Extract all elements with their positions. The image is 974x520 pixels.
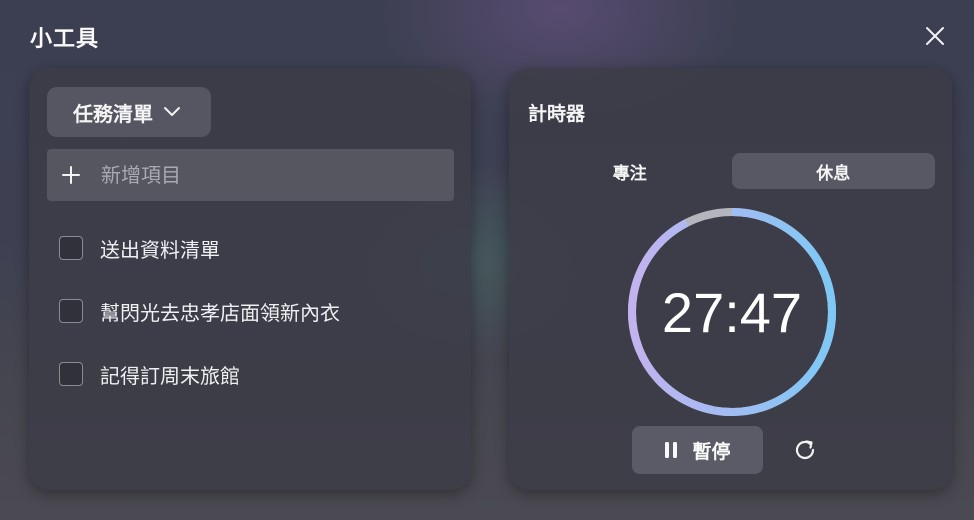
- timer-display: 27:47: [661, 280, 803, 344]
- task-label: 幫閃光去忠孝店面領新內衣: [100, 300, 340, 325]
- add-item-input[interactable]: [95, 149, 454, 201]
- add-item-row: [47, 149, 454, 201]
- task-label: 送出資料清單: [100, 237, 220, 262]
- timer-panel: 計時器 專注 休息 27:47 暫停: [509, 68, 952, 490]
- task-list-dropdown-label: 任務清單: [73, 101, 153, 126]
- task-checkbox[interactable]: [59, 362, 83, 386]
- close-button[interactable]: [918, 20, 952, 52]
- task-checkbox[interactable]: [59, 236, 83, 260]
- task-checkbox[interactable]: [59, 299, 83, 323]
- task-list-dropdown[interactable]: 任務清單: [47, 87, 211, 137]
- task-label: 記得訂周末旅館: [100, 363, 240, 388]
- tab-break[interactable]: 休息: [731, 153, 935, 189]
- task-item: 送出資料清單: [59, 233, 220, 263]
- chevron-down-icon: [163, 106, 181, 118]
- timer-ring: 27:47: [626, 206, 838, 418]
- reset-icon: [795, 440, 815, 459]
- pause-label: 暫停: [692, 440, 731, 463]
- task-item: 幫閃光去忠孝店面領新內衣: [59, 296, 340, 326]
- close-icon: [926, 27, 944, 45]
- pause-button[interactable]: 暫停: [632, 426, 763, 474]
- timer-mode-tabs: 專注 休息: [528, 153, 935, 189]
- task-list-panel: 任務清單 送出資料清單 幫閃光去忠孝店面領新內衣 記得訂周末旅館: [29, 68, 471, 490]
- tab-focus[interactable]: 專注: [528, 153, 732, 189]
- reset-button[interactable]: [788, 433, 822, 467]
- app-title: 小工具: [30, 27, 100, 52]
- plus-icon[interactable]: [47, 166, 95, 184]
- pause-icon: [665, 442, 678, 458]
- timer-title: 計時器: [528, 103, 586, 125]
- task-item: 記得訂周末旅館: [59, 359, 240, 389]
